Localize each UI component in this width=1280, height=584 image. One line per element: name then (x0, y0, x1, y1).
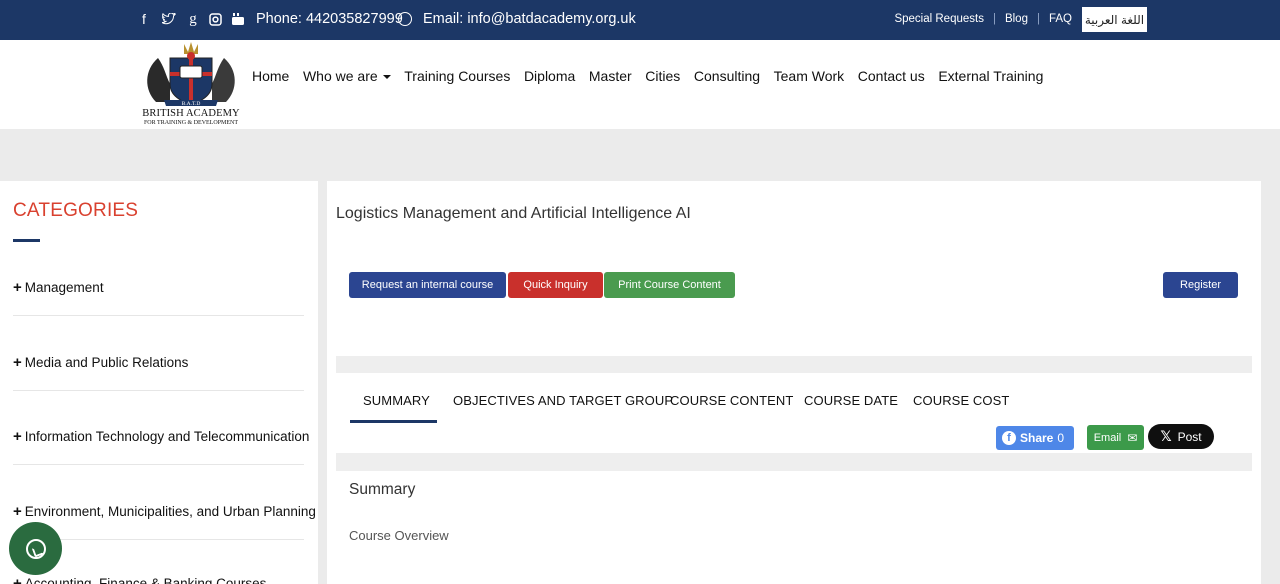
nav-cities[interactable]: Cities (645, 68, 680, 84)
whatsapp-icon[interactable] (398, 12, 412, 26)
email-text[interactable]: Email: info@batdacademy.org.uk (423, 11, 636, 27)
tab-objectives[interactable]: OBJECTIVES AND TARGET GROUP (453, 393, 673, 408)
active-tab-indicator (350, 420, 437, 423)
nav-external-training[interactable]: External Training (938, 68, 1043, 84)
plus-icon: + (13, 428, 22, 445)
nav-who-we-are[interactable]: Who we are (303, 68, 391, 84)
youtube-icon[interactable] (230, 10, 246, 28)
logo-emblem-icon: B.A.T.D (147, 42, 235, 107)
category-label: Media and Public Relations (24, 355, 189, 370)
request-internal-course-button[interactable]: Request an internal course (349, 272, 506, 298)
site-logo[interactable]: B.A.T.D BRITISH ACADEMY FOR TRAINING & D… (136, 40, 246, 129)
section-band (336, 453, 1252, 471)
tab-course-cost[interactable]: COURSE COST (913, 393, 1009, 408)
plus-icon: + (13, 354, 22, 371)
faq-link[interactable]: FAQ (1049, 13, 1072, 25)
categories-title: CATEGORIES (13, 200, 139, 221)
course-overview-label: Course Overview (349, 528, 449, 543)
nav-home[interactable]: Home (252, 68, 289, 84)
logo-title: BRITISH ACADEMY (142, 108, 240, 119)
facebook-icon[interactable]: f (136, 10, 152, 28)
divider (13, 464, 304, 465)
main-nav: Home Who we are Training Courses Diploma… (252, 68, 1057, 84)
tab-course-content[interactable]: COURSE CONTENT (670, 393, 793, 408)
divider (13, 315, 304, 316)
google-plus-icon[interactable]: g (185, 10, 201, 28)
nav-training-courses[interactable]: Training Courses (404, 68, 510, 84)
plus-icon: + (13, 503, 22, 520)
email-share-label: Email (1093, 431, 1122, 444)
plus-icon: + (13, 575, 22, 584)
twitter-icon[interactable] (161, 10, 177, 28)
blog-link[interactable]: Blog (1005, 13, 1028, 25)
course-title: Logistics Management and Artificial Inte… (336, 205, 691, 222)
course-content-panel: Logistics Management and Artificial Inte… (327, 181, 1261, 584)
category-label: Information Technology and Telecommunica… (24, 429, 310, 444)
share-count: 0 (1057, 431, 1065, 445)
separator: | (992, 13, 996, 25)
nav-contact-us[interactable]: Contact us (858, 68, 925, 84)
whatsapp-icon (25, 538, 46, 559)
envelope-icon: ✉ (1127, 430, 1138, 445)
arabic-language-button[interactable]: اللغة العربية (1082, 7, 1147, 32)
nav-team-work[interactable]: Team Work (774, 68, 845, 84)
register-button[interactable]: Register (1163, 272, 1238, 298)
category-label: Management (24, 280, 104, 295)
quick-inquiry-button[interactable]: Quick Inquiry (508, 272, 603, 298)
email-share-button[interactable]: Email ✉ (1087, 425, 1144, 450)
category-label: Accounting, Finance & Banking Courses (24, 576, 267, 584)
x-logo-icon: 𝕏 (1160, 428, 1172, 444)
print-course-content-button[interactable]: Print Course Content (604, 272, 735, 298)
section-band (336, 356, 1252, 373)
x-post-button[interactable]: 𝕏 Post (1148, 424, 1214, 449)
facebook-share-button[interactable]: f Share 0 (996, 426, 1074, 450)
category-item[interactable]: + Media and Public Relations (13, 354, 304, 371)
plus-icon: + (13, 279, 22, 296)
special-requests-link[interactable]: Special Requests (894, 13, 984, 25)
share-label: Share (1020, 431, 1054, 445)
nav-diploma[interactable]: Diploma (524, 68, 575, 84)
category-item[interactable]: + Management (13, 279, 304, 296)
facebook-icon: f (1002, 431, 1016, 445)
caret-down-icon (382, 75, 391, 80)
summary-heading: Summary (349, 481, 416, 498)
top-bar: f g Phone: 442035827999 Email: info@batd… (0, 0, 1280, 40)
top-links: Special Requests | Blog | FAQ (894, 13, 1072, 25)
category-label: Environment, Municipalities, and Urban P… (24, 504, 316, 519)
svg-text:B.A.T.D: B.A.T.D (182, 101, 201, 107)
header: B.A.T.D BRITISH ACADEMY FOR TRAINING & D… (0, 40, 1280, 129)
divider (13, 390, 304, 391)
tab-summary[interactable]: SUMMARY (363, 393, 430, 408)
category-item[interactable]: + Accounting, Finance & Banking Courses (13, 575, 304, 584)
tab-course-date[interactable]: COURSE DATE (804, 393, 898, 408)
whatsapp-chat-button[interactable] (9, 522, 62, 575)
phone-text[interactable]: Phone: 442035827999 (256, 11, 403, 27)
title-underline (13, 239, 40, 242)
post-label: Post (1177, 429, 1202, 444)
instagram-icon[interactable] (207, 10, 223, 28)
nav-consulting[interactable]: Consulting (694, 68, 760, 84)
nav-master[interactable]: Master (589, 68, 632, 84)
nav-who-we-are-label: Who we are (302, 68, 378, 84)
separator: | (1036, 13, 1040, 25)
logo-subtitle: FOR TRAINING & DEVELOPMENT (143, 120, 239, 126)
category-item[interactable]: + Information Technology and Telecommunic… (13, 428, 309, 445)
category-item[interactable]: + Environment, Municipalities, and Urban … (13, 503, 316, 520)
categories-sidebar: CATEGORIES + Management + Media and Public… (0, 181, 318, 584)
